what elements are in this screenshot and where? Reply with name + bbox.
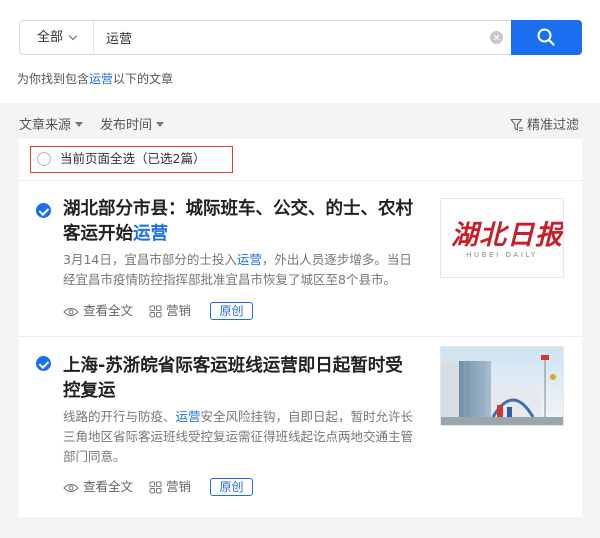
article-description-text: 线路的开行与防疫、 <box>63 409 176 424</box>
article-description: 线路的开行与防疫、运营安全风险挂钩，自即日起，暂时允许长三角地区省际客运班线受控… <box>63 407 418 467</box>
article-meta: 查看全文 营销 原创 <box>63 302 423 320</box>
article-description: 3月14日，宜昌市部分的士投入运营，外出人员逐步增多。当日经宜昌市疫情防控指挥部… <box>63 250 418 290</box>
article-list: 当前页面全选（已选2篇） 湖北部分市县：城际班车、公交、的士、农村客运开始运营 … <box>19 139 582 517</box>
original-badge: 原创 <box>210 478 253 496</box>
building-photo <box>441 347 563 425</box>
radio-circle-icon <box>37 152 51 166</box>
view-full-label: 查看全文 <box>83 479 134 494</box>
article-title[interactable]: 湖北部分市县：城际班车、公交、的士、农村客运开始运营 <box>63 197 418 247</box>
eye-icon <box>63 483 79 493</box>
caret-down-icon <box>156 122 165 127</box>
result-summary-prefix: 为你找到包含 <box>17 72 90 86</box>
chevron-down-icon <box>68 31 78 41</box>
time-filter-label: 发布时间 <box>100 118 153 133</box>
article-thumbnail[interactable]: 湖北日报 HUBEI DAILY <box>440 198 564 278</box>
scope-label: 全部 <box>37 30 64 45</box>
search-header: 全部 为你找到包含运营以下的文章 <box>0 0 600 103</box>
category-label: 营销 <box>149 478 191 496</box>
search-button[interactable] <box>511 20 582 55</box>
caret-down-icon <box>75 122 84 127</box>
filter-icon <box>510 118 523 132</box>
precise-filter-label: 精准过滤 <box>526 118 579 133</box>
category-text: 营销 <box>166 479 192 494</box>
category-label: 营销 <box>149 302 191 320</box>
filter-bar: 文章来源 发布时间 精准过滤 <box>0 103 600 139</box>
original-badge: 原创 <box>210 302 253 320</box>
result-summary-keyword: 运营 <box>89 72 114 86</box>
clear-icon[interactable] <box>490 31 503 44</box>
eye-icon <box>63 307 79 317</box>
article-description-keyword: 运营 <box>236 252 262 267</box>
article-meta: 查看全文 营销 原创 <box>63 478 423 496</box>
grid-icon <box>149 481 162 494</box>
article-thumbnail[interactable] <box>440 346 564 426</box>
source-filter-label: 文章来源 <box>19 118 72 133</box>
time-filter[interactable]: 发布时间 <box>100 114 165 133</box>
hubei-daily-logo: 湖北日报 HUBEI DAILY <box>441 199 563 277</box>
precise-filter-button[interactable]: 精准过滤 <box>510 114 579 133</box>
article-description-text: 3月14日，宜昌市部分的士投入 <box>63 252 237 267</box>
result-summary: 为你找到包含运营以下的文章 <box>17 70 173 87</box>
article-title-text: 上海-苏浙皖省际客运班线运营即日起暂时受控复运 <box>63 356 403 401</box>
article-item[interactable]: 上海-苏浙皖省际客运班线运营即日起暂时受控复运 线路的开行与防疫、运营安全风险挂… <box>19 337 582 512</box>
view-full-button[interactable]: 查看全文 <box>63 478 133 496</box>
article-description-keyword: 运营 <box>175 409 201 424</box>
search-icon <box>537 28 555 46</box>
search-bar: 全部 <box>19 20 582 55</box>
article-title-text: 湖北部分市县：城际班车、公交、的士、农村客运开始 <box>63 199 413 244</box>
select-all-label: 当前页面全选（已选2篇） <box>60 151 206 166</box>
scope-dropdown[interactable]: 全部 <box>20 21 94 54</box>
checked-icon[interactable] <box>36 203 51 218</box>
logo-text: 湖北日报 <box>451 220 563 251</box>
view-full-button[interactable]: 查看全文 <box>63 302 133 320</box>
view-full-label: 查看全文 <box>83 303 134 318</box>
article-title-keyword: 运营 <box>133 224 168 244</box>
select-all-checkbox[interactable]: 当前页面全选（已选2篇） <box>30 146 233 173</box>
result-summary-suffix: 以下的文章 <box>113 72 174 86</box>
search-input[interactable] <box>106 21 486 54</box>
source-filter[interactable]: 文章来源 <box>19 114 84 133</box>
logo-subtext: HUBEI DAILY <box>466 251 538 259</box>
category-text: 营销 <box>166 303 192 318</box>
checked-icon[interactable] <box>36 356 51 371</box>
grid-icon <box>149 305 162 318</box>
article-item[interactable]: 湖北部分市县：城际班车、公交、的士、农村客运开始运营 3月14日，宜昌市部分的士… <box>19 181 582 336</box>
article-title[interactable]: 上海-苏浙皖省际客运班线运营即日起暂时受控复运 <box>63 354 418 404</box>
